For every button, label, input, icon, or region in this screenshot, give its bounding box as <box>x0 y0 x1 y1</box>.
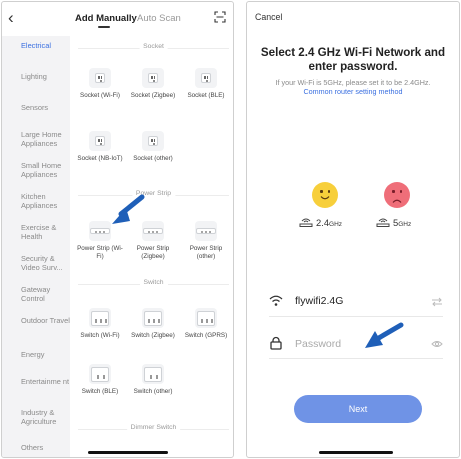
sidebar-item-entertainment[interactable]: Entertainme nt <box>21 377 73 387</box>
switch-icon <box>89 364 111 384</box>
sidebar-item-electrical[interactable]: Electrical <box>21 41 73 51</box>
socket-icon <box>142 131 164 151</box>
sidebar-item-industry-agriculture[interactable]: Industry & Agriculture <box>21 408 73 426</box>
category-sidebar: Electrical Lighting Sensors Large Home A… <box>2 36 70 457</box>
device-socket-wifi[interactable]: Socket (Wi-Fi) <box>75 68 125 100</box>
scan-icon[interactable] <box>214 11 226 23</box>
power-strip-icon <box>195 221 217 241</box>
device-switch-zigbee[interactable]: Switch (Zigbee) <box>128 308 178 340</box>
sidebar-item-security-video[interactable]: Security & Video Surv... <box>21 254 73 272</box>
band-hint-text: If your Wi-Fi is 5GHz, please set it to … <box>275 78 431 87</box>
device-switch-wifi[interactable]: Switch (Wi-Fi) <box>75 308 125 340</box>
device-socket-other[interactable]: Socket (other) <box>128 131 178 163</box>
cancel-button[interactable]: Cancel <box>255 12 282 22</box>
section-header-dimmer-switch: Dimmer Switch <box>78 424 229 434</box>
sidebar-item-large-home-appliances[interactable]: Large Home Appliances <box>21 130 73 148</box>
router-settings-link[interactable]: Common router setting method <box>247 87 459 96</box>
device-switch-gprs[interactable]: Switch (GPRS) <box>181 308 231 340</box>
annotation-arrow-icon <box>365 322 404 348</box>
band-label-5ghz: 5GHz <box>376 217 411 228</box>
device-switch-ble[interactable]: Switch (BLE) <box>75 364 125 396</box>
tab-indicator <box>98 26 110 28</box>
section-header-power-strip: Power Strip <box>78 190 229 200</box>
switch-icon <box>142 308 164 328</box>
sidebar-item-small-home-appliances[interactable]: Small Home Appliances <box>21 161 73 179</box>
sad-face-icon <box>384 182 410 208</box>
socket-icon <box>89 68 111 88</box>
page-title: Select 2.4 GHz Wi-Fi Network and enter p… <box>260 46 446 73</box>
socket-icon <box>89 131 111 151</box>
wifi-network-field[interactable]: flywifi2.4G <box>269 291 443 313</box>
switch-network-icon[interactable] <box>431 296 443 308</box>
sidebar-item-lighting[interactable]: Lighting <box>21 72 73 82</box>
switch-icon <box>195 308 217 328</box>
wifi-icon <box>269 295 283 306</box>
tab-auto-scan[interactable]: Auto Scan <box>137 13 181 24</box>
router-icon <box>376 218 390 227</box>
sidebar-item-energy[interactable]: Energy <box>21 350 73 360</box>
home-indicator <box>319 451 393 454</box>
switch-icon <box>142 364 164 384</box>
happy-face-icon <box>312 182 338 208</box>
section-header-switch: Switch <box>78 279 229 289</box>
sidebar-item-outdoor-travel[interactable]: Outdoor Travel <box>21 316 73 326</box>
divider <box>269 358 443 359</box>
sidebar-item-kitchen-appliances[interactable]: Kitchen Appliances <box>21 192 73 210</box>
tab-add-manually[interactable]: Add Manually <box>75 13 137 24</box>
device-list: Socket Socket (Wi-Fi) Socket (Zigbee) So… <box>70 36 233 457</box>
device-socket-ble[interactable]: Socket (BLE) <box>181 68 231 100</box>
next-button[interactable]: Next <box>294 395 422 423</box>
sidebar-item-exercise-health[interactable]: Exercise & Health <box>21 223 73 241</box>
device-socket-zigbee[interactable]: Socket (Zigbee) <box>128 68 178 100</box>
socket-icon <box>195 68 217 88</box>
password-field[interactable] <box>269 333 443 355</box>
sidebar-item-gateway-control[interactable]: Gateway Control <box>21 285 73 303</box>
divider <box>269 316 443 317</box>
socket-icon <box>142 68 164 88</box>
eye-icon[interactable] <box>431 338 443 350</box>
wifi-network-name: flywifi2.4G <box>295 295 344 307</box>
add-device-screen: ‹ Add Manually Auto Scan Electrical Ligh… <box>1 1 234 458</box>
device-power-strip-other[interactable]: Power Strip (other) <box>181 221 231 260</box>
lock-icon <box>270 336 282 350</box>
sidebar-item-others[interactable]: Others <box>21 443 73 453</box>
wifi-setup-screen: Cancel Select 2.4 GHz Wi-Fi Network and … <box>246 1 460 458</box>
section-header-socket: Socket <box>78 43 229 53</box>
router-icon <box>299 218 313 227</box>
back-button[interactable]: ‹ <box>8 9 14 26</box>
sidebar-item-sensors[interactable]: Sensors <box>21 103 73 113</box>
annotation-arrow-icon <box>112 194 145 224</box>
switch-icon <box>89 308 111 328</box>
top-bar: ‹ Add Manually Auto Scan <box>2 2 233 36</box>
device-socket-nbiot[interactable]: Socket (NB-IoT) <box>75 131 125 163</box>
device-switch-other[interactable]: Switch (other) <box>128 364 178 396</box>
home-indicator <box>88 451 168 454</box>
band-label-24ghz: 2.4GHz <box>299 217 342 228</box>
